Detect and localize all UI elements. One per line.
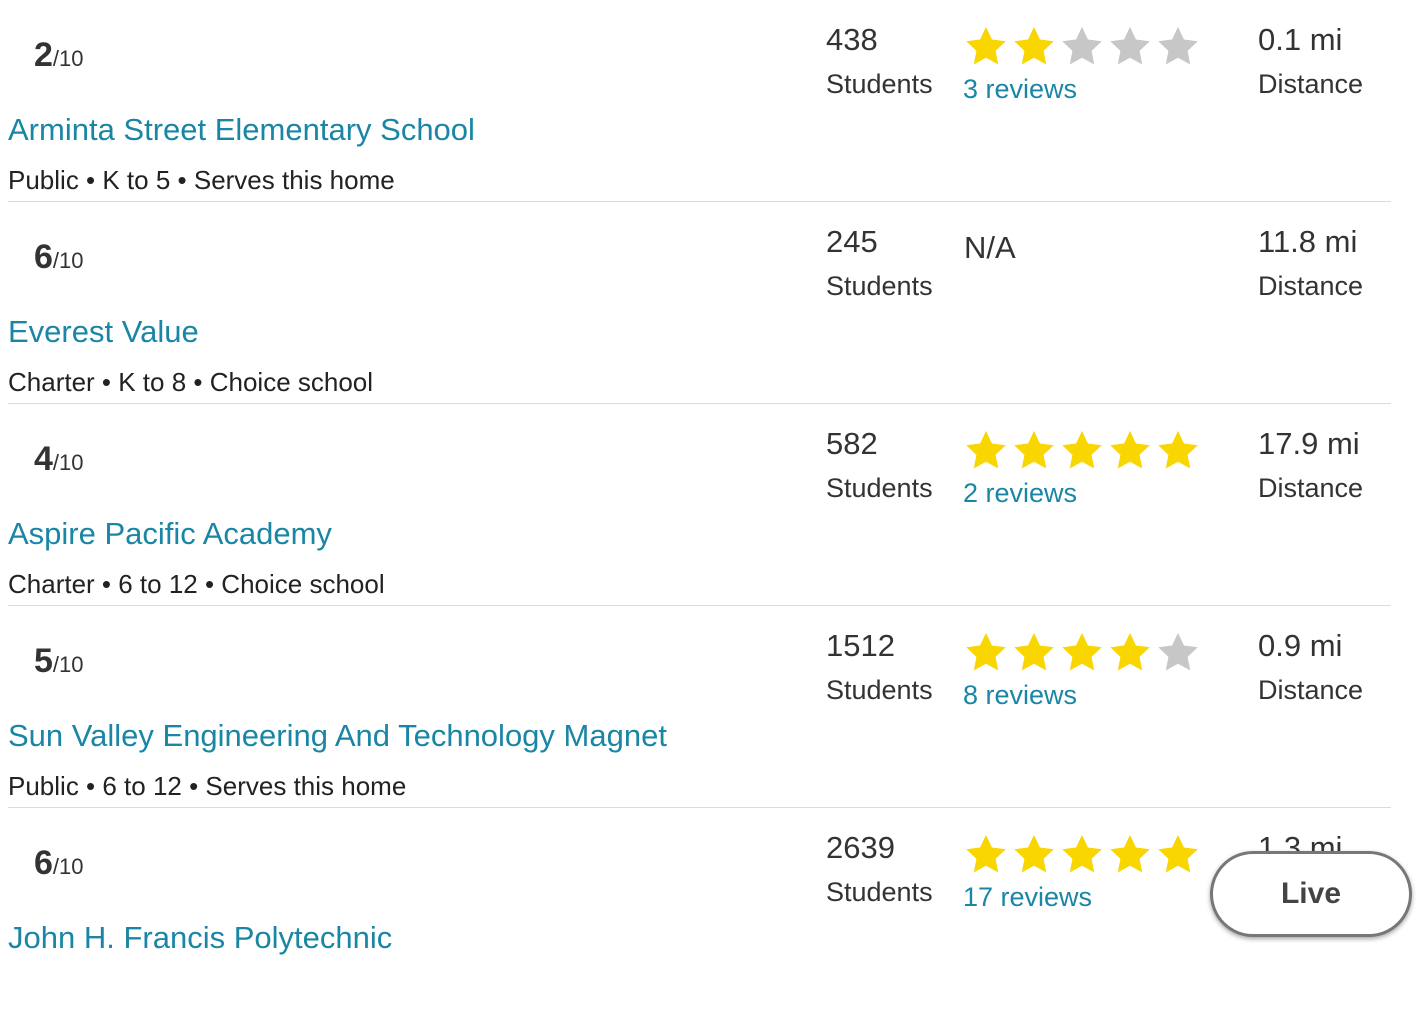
- school-meta: Charter • 6 to 12 • Choice school: [8, 569, 385, 599]
- school-name-link[interactable]: Sun Valley Engineering And Technology Ma…: [8, 718, 667, 754]
- star-filled-icon: [1014, 632, 1054, 671]
- review-summary: 8 reviews: [963, 630, 1201, 711]
- school-list: 2/10 Arminta Street Elementary School Pu…: [0, 0, 1416, 1010]
- star-filled-icon: [1014, 834, 1054, 873]
- star-filled-icon: [966, 834, 1006, 873]
- review-summary: 2 reviews: [963, 428, 1201, 509]
- school-row: 6/10 Everest Value Charter • K to 8 • Ch…: [0, 202, 1416, 404]
- school-row: 4/10 Aspire Pacific Academy Charter • 6 …: [0, 404, 1416, 606]
- star-rating: [963, 428, 1201, 476]
- star-filled-icon: [1062, 632, 1102, 671]
- school-rating: 5/10: [34, 642, 84, 680]
- star-empty-icon: [1110, 26, 1150, 65]
- distance: 17.9 mi Distance: [1258, 426, 1364, 503]
- student-count: 438 Students: [826, 22, 933, 99]
- school-row: 6/10 John H. Francis Polytechnic 2639 Stu…: [0, 808, 1416, 1010]
- star-filled-icon: [1110, 430, 1150, 469]
- school-rating: 4/10: [34, 440, 84, 478]
- star-empty-icon: [1062, 26, 1102, 65]
- star-filled-icon: [1110, 632, 1150, 671]
- no-rating-text: N/A: [964, 230, 1016, 265]
- school-name-link[interactable]: Aspire Pacific Academy: [8, 516, 332, 552]
- star-filled-icon: [1014, 430, 1054, 469]
- student-count: 1512 Students: [826, 628, 933, 705]
- school-rating: 2/10: [34, 36, 84, 74]
- school-row: 5/10 Sun Valley Engineering And Technolo…: [0, 606, 1416, 808]
- reviews-link[interactable]: 3 reviews: [963, 74, 1201, 105]
- school-rating: 6/10: [34, 238, 84, 276]
- distance: 0.9 mi Distance: [1258, 628, 1364, 705]
- school-rating: 6/10: [34, 844, 84, 882]
- student-count: 582 Students: [826, 426, 933, 503]
- school-name-link[interactable]: Arminta Street Elementary School: [8, 112, 475, 148]
- star-filled-icon: [1062, 834, 1102, 873]
- review-summary: 17 reviews: [963, 832, 1201, 913]
- star-filled-icon: [1062, 430, 1102, 469]
- star-filled-icon: [966, 430, 1006, 469]
- reviews-link[interactable]: 2 reviews: [963, 478, 1201, 509]
- star-rating: [963, 24, 1201, 72]
- star-empty-icon: [1158, 26, 1198, 65]
- star-rating: [963, 832, 1201, 880]
- student-count: 2639 Students: [826, 830, 933, 907]
- reviews-link[interactable]: 17 reviews: [963, 882, 1201, 913]
- live-button[interactable]: Live: [1210, 851, 1412, 937]
- star-empty-icon: [1158, 632, 1198, 671]
- school-name-link[interactable]: John H. Francis Polytechnic: [8, 920, 392, 956]
- reviews-link[interactable]: 8 reviews: [963, 680, 1201, 711]
- star-filled-icon: [1014, 26, 1054, 65]
- star-rating: [963, 630, 1201, 678]
- distance: 11.8 mi Distance: [1258, 224, 1364, 301]
- star-filled-icon: [1158, 834, 1198, 873]
- student-count: 245 Students: [826, 224, 933, 301]
- school-meta: Public • K to 5 • Serves this home: [8, 165, 395, 195]
- review-summary: 3 reviews: [963, 24, 1201, 105]
- star-filled-icon: [1158, 430, 1198, 469]
- star-filled-icon: [966, 632, 1006, 671]
- distance: 0.1 mi Distance: [1258, 22, 1364, 99]
- school-meta: Public • 6 to 12 • Serves this home: [8, 771, 407, 801]
- school-meta: Charter • K to 8 • Choice school: [8, 367, 374, 397]
- star-filled-icon: [966, 26, 1006, 65]
- school-name-link[interactable]: Everest Value: [8, 314, 199, 350]
- school-row: 2/10 Arminta Street Elementary School Pu…: [0, 0, 1416, 202]
- star-filled-icon: [1110, 834, 1150, 873]
